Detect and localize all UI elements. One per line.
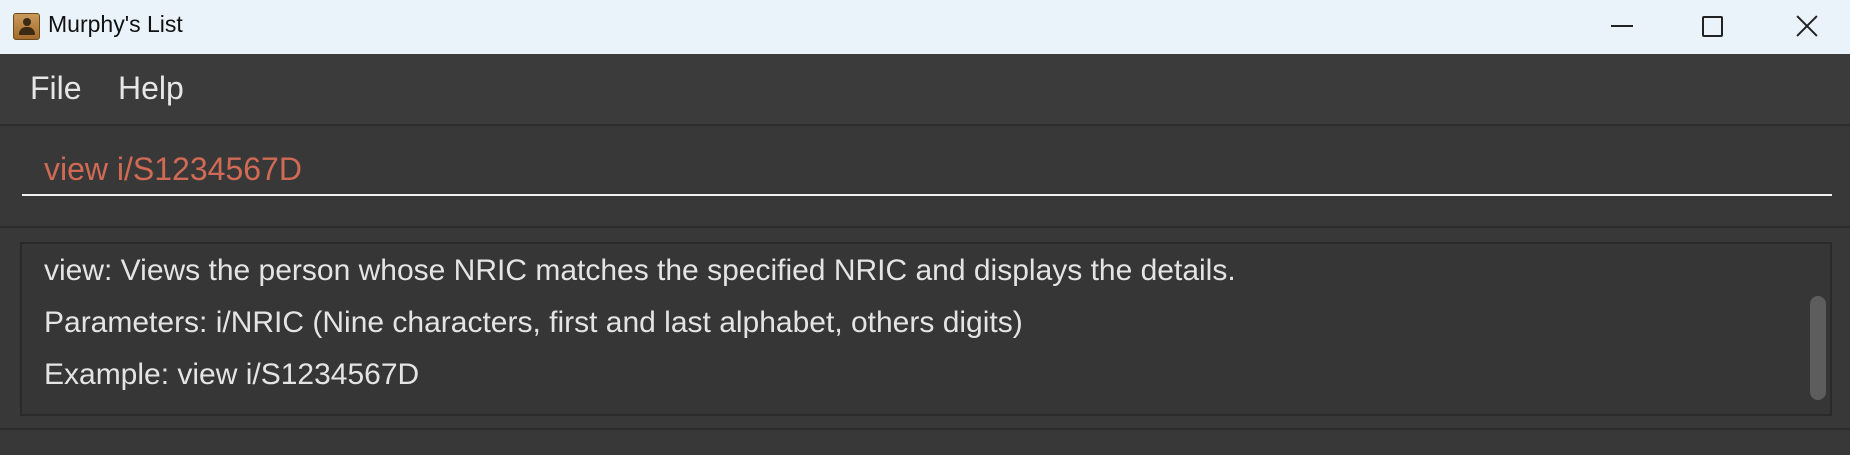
app-window: Murphy's List File Help view: Views the … <box>0 0 1850 455</box>
vertical-scrollbar[interactable] <box>1810 296 1826 400</box>
status-bar <box>0 428 1850 455</box>
menu-bar: File Help <box>0 54 1850 126</box>
title-bar[interactable]: Murphy's List <box>0 0 1850 54</box>
maximize-icon <box>1702 16 1723 37</box>
contact-book-icon <box>13 13 40 40</box>
minimize-button[interactable] <box>1583 0 1661 54</box>
window-title: Murphy's List <box>48 11 183 37</box>
result-line-example: Example: view i/S1234567D <box>44 358 420 391</box>
result-display[interactable]: view: Views the person whose NRIC matche… <box>20 242 1832 416</box>
menu-file[interactable]: File <box>30 70 82 107</box>
minimize-icon <box>1611 25 1633 27</box>
result-line-usage: view: Views the person whose NRIC matche… <box>44 254 1236 287</box>
command-input[interactable] <box>22 144 1832 196</box>
menu-help[interactable]: Help <box>118 70 184 107</box>
result-line-parameters: Parameters: i/NRIC (Nine characters, fir… <box>44 306 1023 339</box>
close-icon <box>1795 14 1819 38</box>
close-button[interactable] <box>1767 0 1845 54</box>
maximize-button[interactable] <box>1673 0 1751 54</box>
command-box <box>0 126 1850 228</box>
